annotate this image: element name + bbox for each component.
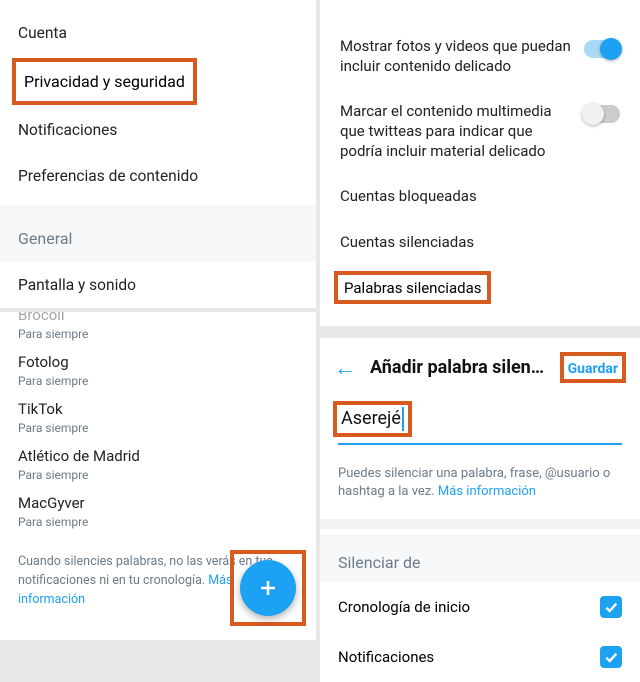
input-underline (338, 443, 622, 445)
mark-sensitive-label: Marcar el contenido multimedia que twitt… (340, 101, 572, 162)
sensitive-media-toggle[interactable] (584, 40, 620, 58)
menu-screen-sound[interactable]: Pantalla y sonido (0, 262, 316, 308)
menu-content-prefs[interactable]: Preferencias de contenido (0, 153, 316, 199)
menu-account[interactable]: Cuenta (0, 10, 316, 56)
muted-words-row[interactable]: Palabras silenciadas (334, 271, 491, 304)
sensitive-media-label: Mostrar fotos y videos que puedan inclui… (340, 36, 572, 77)
muted-word-title[interactable]: Brocoli (18, 312, 298, 324)
input-helper-text: Puedes silenciar una palabra, frase, @us… (320, 453, 640, 519)
home-timeline-row[interactable]: Cronología de inicio (320, 582, 640, 632)
blocked-accounts-row[interactable]: Cuentas bloqueadas (320, 173, 640, 219)
save-button-highlight: Guardar (560, 352, 626, 383)
muted-word-sub: Para siempre (18, 374, 298, 388)
appbar: ← Añadir palabra silen… Guardar (320, 338, 640, 397)
word-input-area[interactable]: Aserejé (320, 397, 640, 452)
muted-words-label: Palabras silenciadas (344, 279, 481, 297)
muted-word-sub: Para siempre (18, 421, 298, 435)
check-icon (603, 649, 619, 665)
word-input-highlight: Aserejé (333, 401, 412, 436)
menu-notifications[interactable]: Notificaciones (0, 107, 316, 153)
sensitive-media-row[interactable]: Mostrar fotos y videos que puedan inclui… (320, 24, 640, 89)
muted-word-title[interactable]: Fotolog (18, 353, 298, 371)
home-timeline-label: Cronología de inicio (338, 598, 470, 616)
divider (320, 519, 640, 529)
appbar-title: Añadir palabra silen… (370, 357, 546, 378)
menu-privacy-security[interactable]: Privacidad y seguridad (12, 58, 197, 105)
muted-word-title[interactable]: TikTok (18, 400, 298, 418)
add-muted-word-panel: ← Añadir palabra silen… Guardar Aserejé … (320, 334, 640, 682)
notifications-checkbox[interactable] (600, 646, 622, 668)
muted-accounts-row[interactable]: Cuentas silenciadas (320, 219, 640, 265)
muted-word-sub: Para siempre (18, 468, 298, 482)
save-button[interactable]: Guardar (568, 361, 618, 377)
mute-from-header: Silenciar de (320, 535, 640, 582)
section-general: General (0, 205, 316, 262)
notifications-label: Notificaciones (338, 648, 434, 666)
settings-right-column: Mostrar fotos y videos que puedan inclui… (320, 0, 640, 640)
mark-sensitive-toggle[interactable] (584, 105, 620, 123)
helper-more-info-link[interactable]: Más información (438, 484, 536, 499)
plus-icon (256, 576, 280, 600)
muted-word-title[interactable]: Atlético de Madrid (18, 447, 298, 465)
menu-privacy-label: Privacidad y seguridad (24, 72, 185, 91)
mark-sensitive-row[interactable]: Marcar el contenido multimedia que twitt… (320, 89, 640, 174)
muted-word-sub: Para siempre (18, 327, 298, 341)
home-timeline-checkbox[interactable] (600, 596, 622, 618)
word-input[interactable]: Aserejé (341, 407, 404, 430)
muted-word-title[interactable]: MacGyver (18, 494, 298, 512)
settings-left-column: Cuenta Privacidad y seguridad Notificaci… (0, 0, 320, 640)
check-icon (603, 599, 619, 615)
muted-word-sub: Para siempre (18, 515, 298, 529)
add-word-fab[interactable] (240, 560, 296, 616)
back-arrow-icon[interactable]: ← (334, 355, 356, 381)
privacy-settings-panel: Mostrar fotos y videos que puedan inclui… (320, 0, 640, 326)
